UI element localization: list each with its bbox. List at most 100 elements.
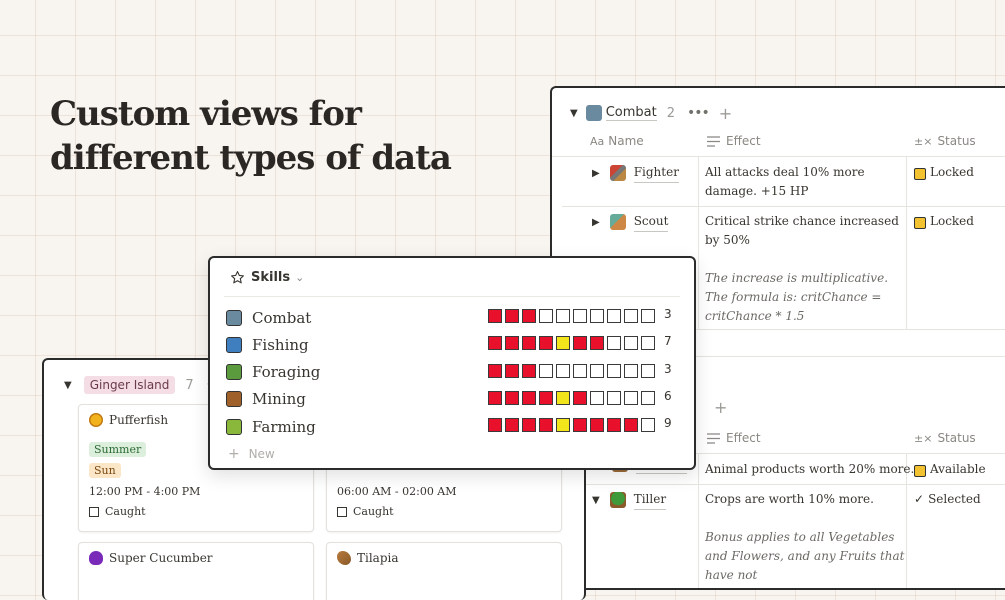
level-square [624,390,638,405]
group-name-tag[interactable]: Ginger Island [83,376,176,394]
skill-icon [226,364,242,381]
row-status: Locked [914,212,974,231]
level-square [641,336,655,351]
table-row[interactable]: ▼ Tiller Crops are worth 10% more. Bonus… [562,484,1005,588]
expand-triangle-icon[interactable]: ▶ [592,213,600,232]
row-effect: Crops are worth 10% more. Bonus applies … [705,490,905,585]
level-square [607,418,621,433]
column-name[interactable]: Aa Name [590,126,644,156]
row-name[interactable]: Scout [633,212,669,232]
skill-row[interactable]: Combat 3 [226,304,680,331]
time-range: 06:00 AM - 02:00 AM [337,485,457,498]
divider [224,296,680,297]
level-square [573,363,587,378]
row-name[interactable]: Fighter [633,163,679,183]
row-name-cell[interactable]: ▶ Fighter [592,163,679,183]
group-count: 7 [185,377,194,393]
skill-row[interactable]: Farming 9 [226,413,680,440]
level-square [505,336,519,351]
expand-triangle-icon[interactable]: ▶ [592,164,600,183]
level-square [607,363,621,378]
column-status[interactable]: ±× Status [914,126,976,156]
row-name-cell[interactable]: ▶ Scout [592,212,669,232]
chevron-down-icon[interactable]: ⌄ [295,271,304,284]
skill-level: 9 [664,416,672,431]
skill-name: Foraging [252,363,321,382]
board-card[interactable]: Super Cucumber [78,542,314,600]
level-square [488,363,502,378]
skill-icon [226,336,242,353]
checkbox-icon[interactable] [337,506,347,517]
card-title-text: Super Cucumber [109,551,213,565]
level-square [505,390,519,405]
lock-icon [914,216,926,229]
status-label: Selected [928,492,981,506]
level-bar [488,418,658,433]
season-tag-wrapper: Summer [89,442,147,457]
add-row-icon[interactable]: + [719,104,732,123]
level-square [607,309,621,323]
level-square [539,309,553,323]
level-square [539,363,553,378]
collapse-triangle-icon[interactable]: ▼ [64,380,72,391]
column-effect[interactable]: Effect [707,423,761,453]
group-header-ginger-island[interactable]: ▼ Ginger Island 7 ••• [44,370,228,400]
level-square [590,390,604,405]
skill-row[interactable]: Foraging 3 [226,359,680,386]
level-square [556,309,570,323]
new-label: New [248,447,275,461]
star-icon [231,271,244,284]
skill-row[interactable]: Mining 6 [226,386,680,413]
caught-checkbox[interactable]: Caught [89,505,146,518]
level-square [590,363,604,378]
column-status[interactable]: ±× Status [914,423,976,453]
level-square [505,309,519,323]
level-square [488,418,502,433]
skills-view-title[interactable]: Skills ⌄ [230,270,304,285]
headline-line-1: Custom views for [50,94,362,134]
level-square [505,418,519,433]
season-tag: Summer [89,442,147,457]
row-effect: Animal products worth 20% more. [705,462,915,476]
formula-icon: ±× [914,134,933,148]
level-square [641,418,655,433]
row-name-cell[interactable]: ▼ Tiller [592,490,667,510]
column-headers: Aa Name Effect ±× Status [552,126,1005,157]
group-name[interactable]: Combat [605,105,657,121]
level-square [607,390,621,405]
table-row[interactable]: ▶ Fighter All attacks deal 10% more dama… [562,157,1005,207]
column-effect-label: Effect [726,431,761,445]
super-cucumber-icon [89,551,103,565]
more-options-icon[interactable]: ••• [687,105,710,121]
card-title[interactable]: Pufferfish [89,413,168,427]
row-name[interactable]: Tiller [633,490,667,510]
caught-checkbox[interactable]: Caught [337,505,394,518]
level-square [539,390,553,405]
board-card[interactable]: Tilapia [326,542,562,600]
level-square [488,390,502,405]
card-title[interactable]: Super Cucumber [89,551,213,565]
lock-icon [914,167,926,180]
level-square [590,336,604,351]
skill-icon [226,418,242,435]
level-square [573,418,587,433]
sword-icon [609,165,626,181]
column-status-label: Status [937,431,976,445]
level-square [641,309,655,323]
collapse-triangle-icon[interactable]: ▼ [592,491,600,510]
level-square [522,363,536,378]
column-effect[interactable]: Effect [707,126,761,156]
text-lines-icon [707,432,720,444]
skill-level: 7 [664,334,672,349]
new-row-button[interactable]: + New [228,446,275,462]
effect-text: Crops are worth 10% more. [705,492,874,506]
weather-tag-wrapper: Sun [89,463,121,478]
collapse-triangle-icon[interactable]: ▼ [570,108,578,119]
checkbox-icon[interactable] [89,506,99,517]
level-square [556,363,570,378]
add-row-icon[interactable]: + [714,398,727,417]
skill-row[interactable]: Fishing 7 [226,331,680,358]
card-title[interactable]: Tilapia [337,551,399,565]
row-status: Locked [914,163,974,182]
group-header-combat[interactable]: ▼ Combat 2 ••• + [552,98,732,128]
